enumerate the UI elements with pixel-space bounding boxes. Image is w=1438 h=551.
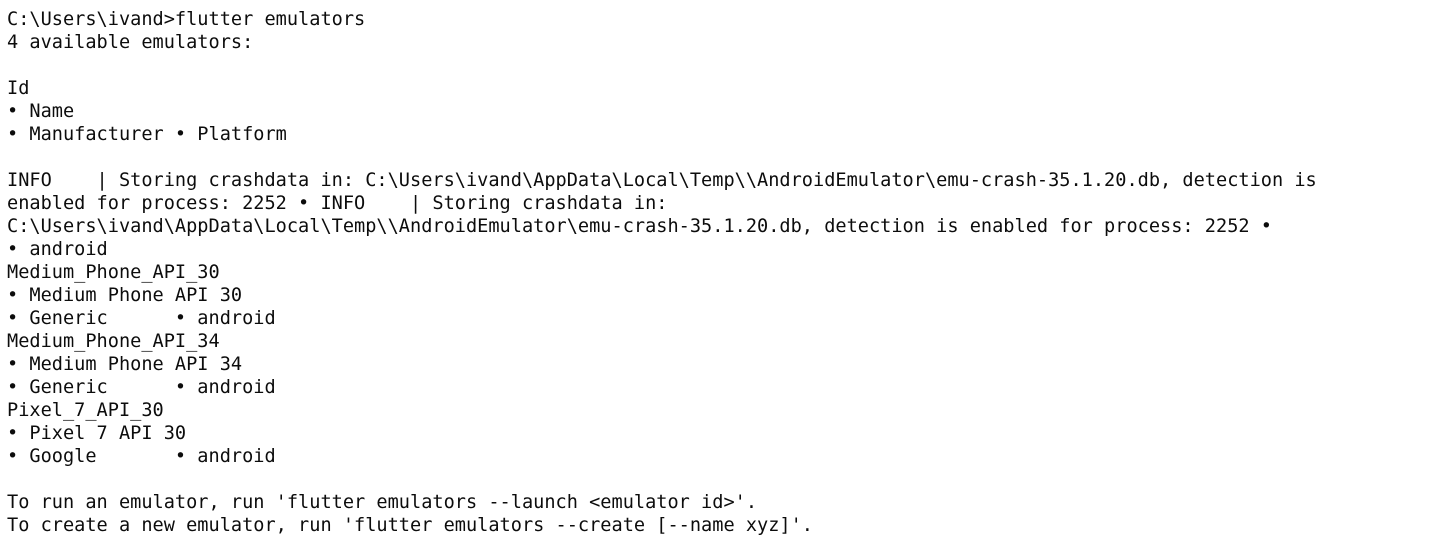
emulator-name: • Pixel 7 API 30 (7, 423, 187, 444)
emulator-name: • Medium Phone API 34 (7, 354, 243, 375)
terminal-window[interactable]: C:\Users\ivand>flutter emulators 4 avail… (0, 0, 1438, 551)
emulator-manufacturer-platform: • Generic • android (7, 377, 276, 398)
info-log-line: INFO | Storing crashdata in: C:\Users\iv… (7, 170, 1317, 191)
emulator-id: Medium_Phone_API_34 (7, 331, 220, 352)
emulator-count-text: 4 available emulators: (7, 32, 254, 53)
command-line: C:\Users\ivand>flutter emulators (7, 9, 366, 30)
header-id: Id (7, 78, 30, 99)
emulator-id: Pixel_7_API_30 (7, 400, 164, 421)
emulator-name: • Medium Phone API 30 (7, 285, 243, 306)
launch-hint: To run an emulator, run 'flutter emulato… (7, 492, 758, 513)
emulator-manufacturer-platform: • Generic • android (7, 308, 276, 329)
header-name: • Name (7, 101, 75, 122)
create-hint: To create a new emulator, run 'flutter e… (7, 515, 813, 536)
emulator-platform: • android (7, 239, 108, 260)
header-manufacturer-platform: • Manufacturer • Platform (7, 124, 287, 145)
emulator-id: Medium_Phone_API_30 (7, 262, 220, 283)
emulator-manufacturer-platform: • Google • android (7, 446, 276, 467)
info-log-line: C:\Users\ivand\AppData\Local\Temp\\Andro… (7, 216, 1272, 237)
info-log-line: enabled for process: 2252 • INFO | Stori… (7, 193, 668, 214)
